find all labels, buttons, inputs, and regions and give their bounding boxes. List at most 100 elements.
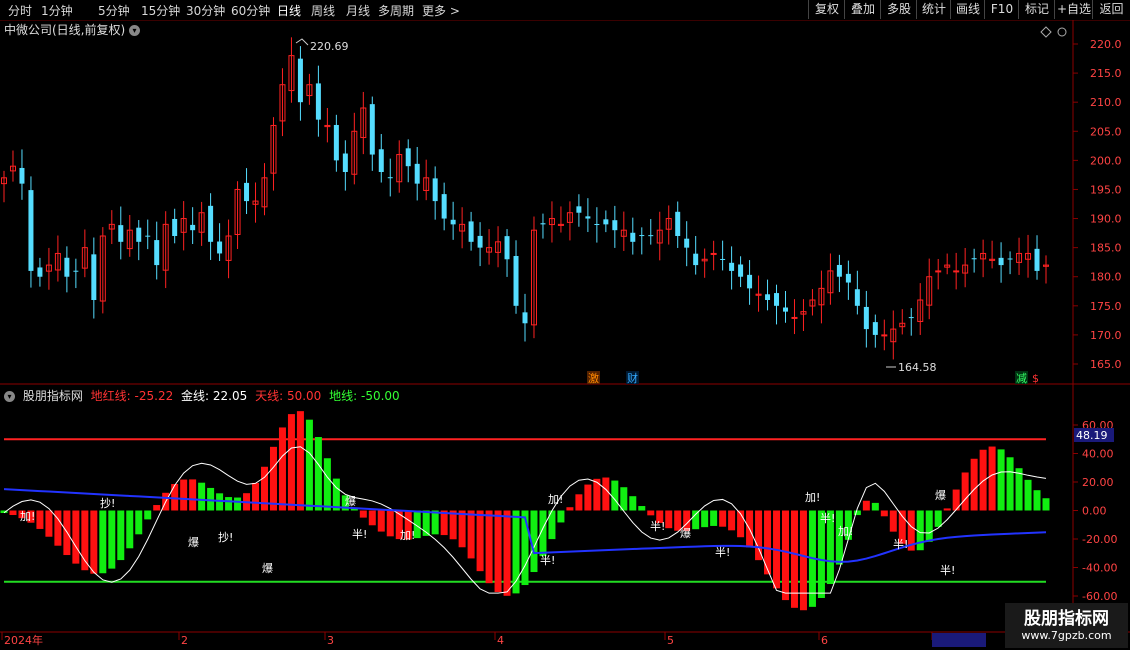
histogram-bar [323,458,331,511]
diamond-icon[interactable] [1040,26,1052,38]
overlay-button[interactable]: 叠加 [844,0,881,19]
period-tab-multi[interactable]: 多周期 [378,2,414,19]
marker-bg-jian [1015,371,1028,384]
candle-body [971,258,977,260]
add-favorite-button[interactable]: +自选 [1054,0,1093,19]
histogram-bar [377,510,385,532]
histogram-bar [835,510,843,565]
histogram-bar [611,480,619,511]
signal-tag: 爆 [188,535,199,549]
candle-body [557,223,564,226]
histogram-bar [234,497,242,511]
price-tick-label: 205.0 [1090,125,1122,138]
histogram-bar [961,472,969,511]
period-tab-monthly[interactable]: 月线 [346,2,370,19]
indicator-series: 加!抄!爆 抄!爆爆半! 加!半!加!半!爆半!加!半!加!半!爆半! [0,411,1050,611]
candle-body [809,299,816,307]
candle-body [836,264,842,277]
histogram-bar [180,479,188,511]
signal-tag: 加! [838,525,853,538]
candle-body [854,289,860,306]
candle-body [630,232,636,242]
period-tab-15min[interactable]: 15分钟 [141,2,180,19]
candle-body [818,287,825,306]
candle-body [863,306,869,330]
candle-body [19,167,25,184]
histogram-bar [404,510,412,540]
draw-line-button[interactable]: 画线 [950,0,985,19]
histogram-bar [63,510,71,556]
candle-body [108,223,115,230]
candle-body [620,229,627,237]
back-button[interactable]: 返回 [1092,0,1130,19]
histogram-bar [90,510,98,574]
histogram-bar [880,510,888,517]
chevron-down-icon[interactable]: ▾ [129,25,141,36]
period-tab-daily[interactable]: 日线 [277,2,301,19]
statistics-button[interactable]: 统计 [916,0,951,19]
multi-stock-button[interactable]: 多股 [880,0,917,19]
candle-body [244,182,250,202]
period-tab-5min[interactable]: 5分钟 [98,2,130,19]
current-value-box [1074,428,1114,442]
histogram-bar [629,496,637,511]
histogram-bar [243,493,251,511]
fuquan-button[interactable]: 复权 [808,0,845,19]
marker-jian[interactable]: 减 [1016,372,1027,385]
period-tab-60min[interactable]: 60分钟 [231,2,270,19]
chevron-down-icon[interactable]: ▾ [4,391,15,402]
histogram-bar [27,510,35,523]
signal-tag: 半! [940,563,955,577]
histogram-bar [36,510,44,529]
signal-tag: 爆 [345,494,356,508]
time-tick-label: 5 [667,634,674,647]
chart-canvas[interactable]: 加!抄!爆 抄!爆爆半! 加!半!加!半!爆半!加!半!加!半!爆半! 220.02… [0,0,1130,650]
histogram-bar [853,510,861,516]
price-tick-label: 215.0 [1090,67,1122,80]
histogram-bar [575,494,583,511]
settings-icon[interactable] [1057,27,1067,37]
price-tick-label: 220.0 [1090,38,1122,51]
legend-jinxian: 金线: 22.05 [181,389,248,403]
histogram-bar [503,510,511,596]
indicator-tick-label: -20.00 [1082,533,1117,546]
date-box [932,633,986,647]
candle-body [774,293,780,306]
histogram-bar [665,510,673,529]
price-tick-label: 200.0 [1090,154,1122,167]
candle-body [37,267,43,277]
histogram-bar [997,449,1005,511]
candle-body [783,307,788,312]
candle-body [405,148,411,167]
indicator-tick-label: 60.00 [1082,419,1114,432]
high-price-label: 220.69 [310,40,349,53]
histogram-bar [620,487,628,511]
candle-body [477,235,483,248]
period-tab-30min[interactable]: 30分钟 [186,2,225,19]
marker-cai[interactable]: 财 [627,371,638,385]
histogram-bar [862,500,870,511]
marker-ji[interactable]: 激 [588,371,599,385]
histogram-bar [54,510,62,546]
mark-button[interactable]: 标记 [1018,0,1055,19]
candle-body [217,241,223,254]
histogram-bar [45,510,53,537]
f10-button[interactable]: F10 [984,0,1019,19]
signal-tag: 半! [820,511,835,525]
candle-body [693,253,699,266]
price-tick-label: 185.0 [1090,242,1122,255]
period-tab-1min[interactable]: 1分钟 [41,2,73,19]
candle-body [845,273,851,283]
candle-body [513,255,519,306]
legend-tianxian: 天线: 50.00 [255,389,322,403]
period-tab-fenshi[interactable]: 分时 [8,2,32,19]
candle-body [315,83,321,120]
marker-dollar[interactable]: $ [1032,372,1039,385]
axis-labels: 220.0 215.0 210.0 205.0 200.0 195.0 190.0 185.0… [1,38,1122,647]
period-tab-more[interactable]: 更多 > [422,2,460,19]
candle-body [953,270,960,273]
period-tab-weekly[interactable]: 周线 [311,2,335,19]
histogram-bar [287,414,295,511]
candle-body [180,218,187,233]
price-tick-label: 195.0 [1090,183,1122,196]
